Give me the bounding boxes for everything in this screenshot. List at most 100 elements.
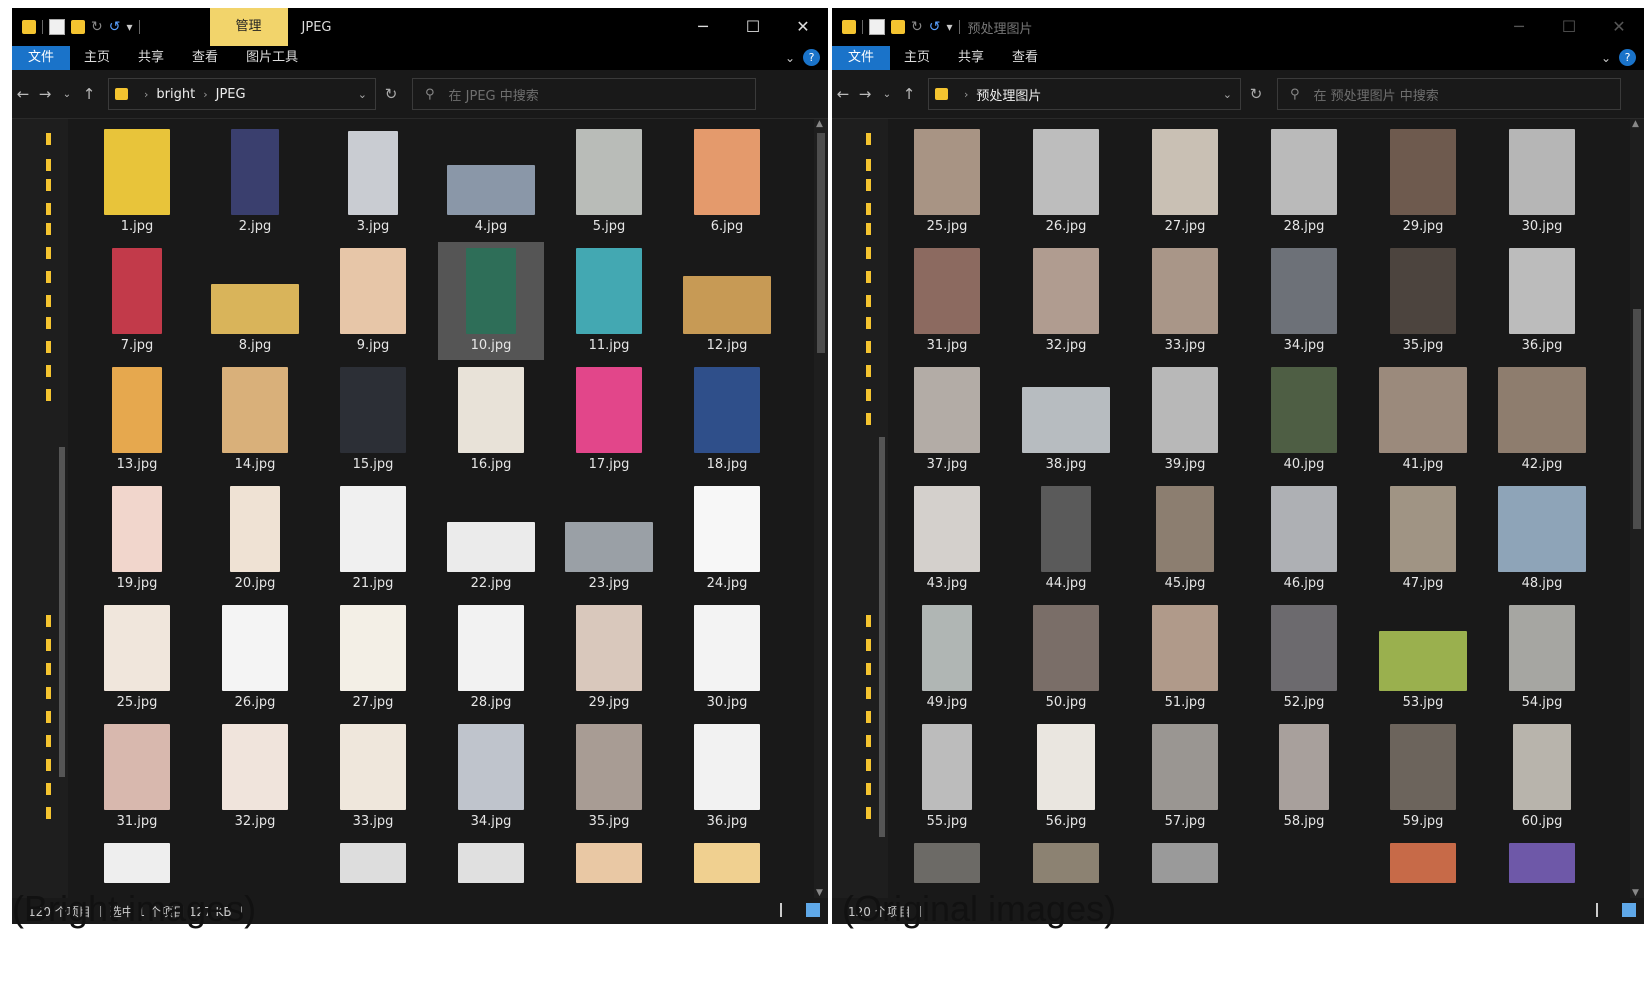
pinned-folder-icon[interactable] bbox=[866, 271, 871, 283]
recent-locations-icon[interactable]: ⌄ bbox=[56, 89, 78, 100]
file-tile[interactable]: 1.jpg bbox=[84, 123, 190, 241]
scroll-down-icon[interactable]: ▼ bbox=[1632, 888, 1639, 898]
file-tile[interactable]: 22.jpg bbox=[438, 480, 544, 598]
file-tile[interactable]: 15.jpg bbox=[320, 361, 426, 479]
redo-icon[interactable]: ↻ bbox=[91, 20, 103, 34]
maximize-icon[interactable]: ☐ bbox=[728, 8, 778, 46]
back-arrow-icon[interactable]: ← bbox=[12, 85, 34, 103]
help-icon[interactable]: ? bbox=[1619, 49, 1636, 66]
file-tile[interactable]: 30.jpg bbox=[674, 599, 780, 717]
file-tile[interactable]: 28.jpg bbox=[1251, 123, 1357, 241]
pinned-folder-icon[interactable] bbox=[46, 271, 51, 283]
file-tile[interactable]: 57.jpg bbox=[1132, 718, 1238, 836]
address-bar[interactable]: › 预处理图片 ⌄ bbox=[928, 78, 1241, 110]
new-folder-icon[interactable] bbox=[891, 20, 905, 34]
image-thumbnail[interactable] bbox=[458, 843, 524, 883]
forward-arrow-icon[interactable]: → bbox=[34, 85, 56, 103]
tab-home[interactable]: 主页 bbox=[890, 46, 944, 70]
file-tile[interactable]: 44.jpg bbox=[1013, 480, 1119, 598]
file-tile[interactable]: 5.jpg bbox=[556, 123, 662, 241]
file-tile[interactable]: 35.jpg bbox=[1370, 242, 1476, 360]
file-tile[interactable]: 7.jpg bbox=[84, 242, 190, 360]
file-tile[interactable]: 10.jpg bbox=[438, 242, 544, 360]
file-tile[interactable]: 34.jpg bbox=[1251, 242, 1357, 360]
pinned-folder-icon[interactable] bbox=[46, 389, 51, 401]
nav-scrollbar[interactable] bbox=[878, 127, 886, 890]
file-tile[interactable]: 56.jpg bbox=[1013, 718, 1119, 836]
file-tile[interactable]: 40.jpg bbox=[1251, 361, 1357, 479]
pinned-folder-icon[interactable] bbox=[46, 639, 51, 651]
pinned-folder-icon[interactable] bbox=[866, 711, 871, 723]
scroll-down-icon[interactable]: ▼ bbox=[816, 888, 823, 898]
up-arrow-icon[interactable]: ↑ bbox=[78, 85, 100, 103]
file-tile[interactable]: 36.jpg bbox=[674, 718, 780, 836]
pinned-folder-icon[interactable] bbox=[46, 615, 51, 627]
file-tile[interactable]: 54.jpg bbox=[1489, 599, 1595, 717]
file-tile[interactable]: 46.jpg bbox=[1251, 480, 1357, 598]
file-tile[interactable]: 31.jpg bbox=[894, 242, 1000, 360]
file-tile[interactable]: 30.jpg bbox=[1489, 123, 1595, 241]
pinned-folder-icon[interactable] bbox=[46, 133, 51, 145]
pinned-folder-icon[interactable] bbox=[46, 179, 51, 191]
file-tile[interactable]: 11.jpg bbox=[556, 242, 662, 360]
pinned-folder-icon[interactable] bbox=[866, 365, 871, 377]
search-input[interactable]: ⚲ 在 预处理图片 中搜索 bbox=[1277, 78, 1621, 110]
pinned-folder-icon[interactable] bbox=[866, 179, 871, 191]
pinned-folder-icon[interactable] bbox=[866, 615, 871, 627]
pinned-folder-icon[interactable] bbox=[46, 783, 51, 795]
close-icon[interactable]: ✕ bbox=[778, 8, 828, 46]
pinned-folder-icon[interactable] bbox=[46, 203, 51, 215]
pinned-folder-icon[interactable] bbox=[866, 413, 871, 425]
properties-icon[interactable] bbox=[49, 19, 65, 35]
file-tile[interactable]: 3.jpg bbox=[320, 123, 426, 241]
pinned-folder-icon[interactable] bbox=[46, 807, 51, 819]
file-tile[interactable]: 17.jpg bbox=[556, 361, 662, 479]
file-tile[interactable]: 23.jpg bbox=[556, 480, 662, 598]
scroll-up-icon[interactable]: ▲ bbox=[1632, 119, 1639, 129]
tab-view[interactable]: 查看 bbox=[998, 46, 1052, 70]
details-view-icon[interactable] bbox=[780, 903, 796, 917]
file-tile[interactable]: 41.jpg bbox=[1370, 361, 1476, 479]
pinned-folder-icon[interactable] bbox=[866, 341, 871, 353]
search-input[interactable]: ⚲ 在 JPEG 中搜索 bbox=[412, 78, 756, 110]
file-tile[interactable]: 47.jpg bbox=[1370, 480, 1476, 598]
chevron-down-icon[interactable]: ⌄ bbox=[358, 88, 367, 101]
maximize-icon[interactable]: ☐ bbox=[1544, 8, 1594, 46]
file-tile[interactable]: 33.jpg bbox=[320, 718, 426, 836]
nav-scrollbar-thumb[interactable] bbox=[879, 437, 885, 837]
pinned-folder-icon[interactable] bbox=[866, 389, 871, 401]
expand-ribbon-icon[interactable]: ⌄ bbox=[785, 51, 795, 65]
file-tile[interactable]: 13.jpg bbox=[84, 361, 190, 479]
file-tile[interactable]: 29.jpg bbox=[556, 599, 662, 717]
file-tile[interactable]: 34.jpg bbox=[438, 718, 544, 836]
file-tile[interactable]: 45.jpg bbox=[1132, 480, 1238, 598]
tab-file[interactable]: 文件 bbox=[832, 46, 891, 70]
customize-toolbar-icon[interactable]: ▾ bbox=[946, 20, 952, 34]
file-tile[interactable]: 8.jpg bbox=[202, 242, 308, 360]
pinned-folder-icon[interactable] bbox=[46, 365, 51, 377]
image-thumbnail[interactable] bbox=[104, 843, 170, 883]
large-icons-view-icon[interactable] bbox=[806, 903, 820, 917]
chevron-down-icon[interactable]: ⌄ bbox=[1223, 88, 1232, 101]
minimize-icon[interactable]: ─ bbox=[678, 8, 728, 46]
tab-view[interactable]: 查看 bbox=[178, 46, 232, 70]
scrollbar-thumb[interactable] bbox=[817, 133, 825, 353]
details-view-icon[interactable] bbox=[1596, 903, 1612, 917]
image-thumbnail[interactable] bbox=[1509, 843, 1575, 883]
pinned-folder-icon[interactable] bbox=[866, 663, 871, 675]
help-icon[interactable]: ? bbox=[803, 49, 820, 66]
breadcrumb-bright[interactable]: bright bbox=[156, 87, 195, 102]
file-tile[interactable]: 58.jpg bbox=[1251, 718, 1357, 836]
image-thumbnail[interactable] bbox=[340, 843, 406, 883]
pinned-folder-icon[interactable] bbox=[866, 783, 871, 795]
breadcrumb-jpeg[interactable]: JPEG bbox=[216, 87, 246, 102]
file-tile[interactable]: 25.jpg bbox=[894, 123, 1000, 241]
pinned-folder-icon[interactable] bbox=[46, 735, 51, 747]
file-tile[interactable]: 24.jpg bbox=[674, 480, 780, 598]
file-tile[interactable]: 26.jpg bbox=[202, 599, 308, 717]
pinned-folder-icon[interactable] bbox=[866, 735, 871, 747]
undo-icon[interactable]: ↺ bbox=[109, 20, 121, 34]
up-arrow-icon[interactable]: ↑ bbox=[898, 85, 920, 103]
pinned-folder-icon[interactable] bbox=[46, 159, 51, 171]
file-tile[interactable]: 51.jpg bbox=[1132, 599, 1238, 717]
